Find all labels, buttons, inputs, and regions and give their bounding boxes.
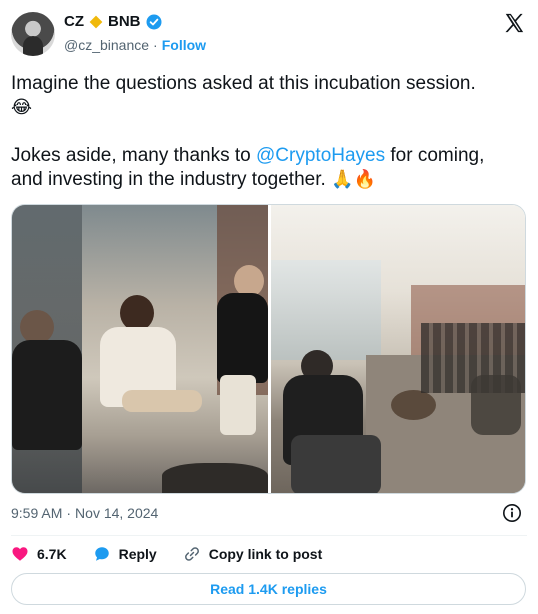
follow-button[interactable]: Follow: [162, 37, 206, 53]
bnb-label: BNB: [108, 13, 141, 30]
author-name-row: CZ BNB: [64, 13, 162, 30]
media-grid: [11, 204, 526, 494]
tweet-date: Nov 14, 2024: [75, 505, 159, 521]
author-handle[interactable]: @cz_binance: [64, 37, 149, 53]
photo-right[interactable]: [271, 205, 525, 493]
like-count: 6.7K: [37, 546, 67, 562]
laughing-emoji: 😂: [11, 97, 33, 118]
pray-fire-emoji: 🙏🔥: [331, 169, 376, 190]
author-name[interactable]: CZ: [64, 13, 84, 30]
tweet-line-2-before: Jokes aside, many thanks to: [11, 145, 257, 166]
heart-icon: [12, 547, 28, 561]
tweet-timestamp[interactable]: 9:59 AM · Nov 14, 2024: [11, 505, 158, 521]
tweet-time: 9:59 AM: [11, 505, 63, 521]
x-logo-icon[interactable]: [503, 12, 525, 34]
tweet-paragraph-2: Jokes aside, many thanks to @CryptoHayes…: [11, 144, 521, 192]
tweet-header: CZ BNB @cz_binance · Follow: [11, 10, 527, 60]
bnb-icon: [89, 15, 103, 28]
copy-link-button[interactable]: Copy link to post: [183, 545, 323, 563]
handle-separator: ·: [153, 37, 158, 53]
reply-icon: [94, 547, 109, 561]
like-button[interactable]: 6.7K: [11, 545, 67, 563]
tweet-text: Imagine the questions asked at this incu…: [11, 72, 521, 216]
reply-button[interactable]: Reply: [93, 545, 157, 563]
tweet-line-1: Imagine the questions asked at this incu…: [11, 73, 476, 94]
mention-link[interactable]: @CryptoHayes: [256, 145, 385, 166]
reply-label: Reply: [118, 546, 157, 562]
verified-icon: [146, 14, 161, 29]
tweet-paragraph-1: Imagine the questions asked at this incu…: [11, 72, 521, 120]
timestamp-separator: ·: [66, 505, 72, 521]
read-replies-button[interactable]: Read 1.4K replies: [11, 573, 526, 605]
copy-link-label: Copy link to post: [208, 546, 323, 562]
action-bar: 6.7K Reply Copy link to post: [11, 543, 322, 565]
link-icon: [184, 547, 199, 561]
photo-left[interactable]: [12, 205, 268, 493]
author-handle-row: @cz_binance · Follow: [64, 37, 206, 53]
divider: [11, 535, 527, 536]
info-icon[interactable]: [502, 503, 522, 523]
avatar[interactable]: [11, 12, 55, 56]
